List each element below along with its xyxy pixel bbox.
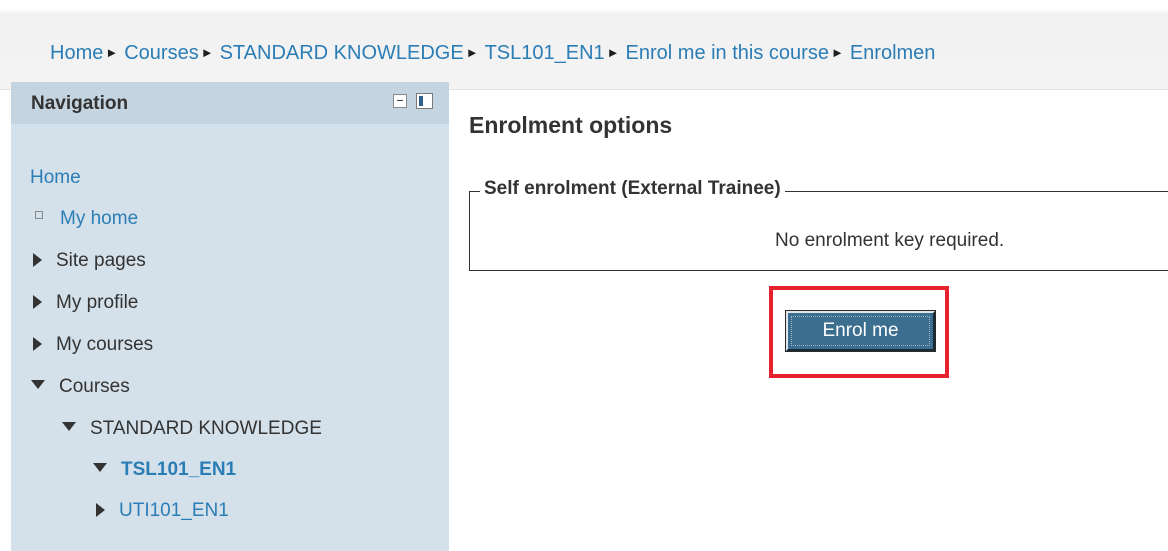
breadcrumb-courses[interactable]: Courses [124,42,198,64]
breadcrumb-separator-icon: ► [105,45,119,60]
nav-item-course-other-label[interactable]: UTI101_EN1 [119,500,229,521]
nav-item-site-pages-label[interactable]: Site pages [56,250,146,271]
breadcrumb-separator-icon: ► [465,45,479,60]
enrolment-key-note: No enrolment key required. [775,230,1005,251]
nav-item-category-label[interactable]: STANDARD KNOWLEDGE [90,418,322,439]
nav-item-courses-label[interactable]: Courses [59,376,130,397]
breadcrumb-course[interactable]: TSL101_EN1 [485,42,605,64]
nav-item-my-courses[interactable]: My courses [33,334,153,356]
nav-item-courses[interactable]: Courses [31,376,130,398]
nav-item-course-current-label[interactable]: TSL101_EN1 [121,459,236,480]
nav-item-my-home[interactable]: My home [30,208,138,230]
breadcrumb-enrol-me[interactable]: Enrol me in this course [626,42,829,64]
nav-item-home-label[interactable]: Home [30,167,81,188]
breadcrumb-separator-icon: ► [606,45,620,60]
enrol-me-button[interactable]: Enrol me [785,310,936,352]
nav-item-my-profile-label[interactable]: My profile [56,292,138,313]
expand-arrow-icon[interactable] [96,503,105,517]
collapse-arrow-icon[interactable] [62,422,76,431]
collapse-arrow-icon[interactable] [31,380,45,389]
nav-item-course-other[interactable]: UTI101_EN1 [96,500,229,522]
nav-item-my-home-label[interactable]: My home [60,208,138,229]
breadcrumb-category[interactable]: STANDARD KNOWLEDGE [220,42,464,64]
expand-arrow-icon[interactable] [33,253,42,267]
dock-block-icon[interactable] [416,93,433,109]
expand-arrow-icon[interactable] [33,337,42,351]
collapse-arrow-icon[interactable] [93,463,107,472]
nav-item-category[interactable]: STANDARD KNOWLEDGE [62,418,322,440]
collapse-block-icon[interactable] [393,94,407,108]
page-title: Enrolment options [469,112,673,138]
breadcrumb-home[interactable]: Home [50,42,103,64]
bullet-icon [35,211,43,219]
breadcrumb-separator-icon: ► [200,45,214,60]
nav-item-my-profile[interactable]: My profile [33,292,138,314]
breadcrumb-separator-icon: ► [830,45,844,60]
navigation-header: Navigation [11,82,449,124]
breadcrumb: Home ► Courses ► STANDARD KNOWLEDGE ► TSL101_E… [50,42,935,65]
nav-item-site-pages[interactable]: Site pages [33,250,146,272]
expand-arrow-icon[interactable] [33,295,42,309]
navigation-block: Navigation Home My home Site pages My pr… [11,82,449,551]
fieldset-legend: Self enrolment (External Trainee) [480,178,785,200]
navigation-title: Navigation [31,93,129,114]
breadcrumb-bar: Home ► Courses ► STANDARD KNOWLEDGE ► TSL101_E… [0,0,1168,90]
breadcrumb-enrolment-options[interactable]: Enrolmen [850,42,936,64]
focus-ring [791,316,930,346]
nav-item-course-current[interactable]: TSL101_EN1 [93,459,236,481]
nav-item-home[interactable]: Home [30,167,81,189]
nav-item-my-courses-label[interactable]: My courses [56,334,153,355]
page: Home ► Courses ► STANDARD KNOWLEDGE ► TSL101_E… [0,0,1168,551]
